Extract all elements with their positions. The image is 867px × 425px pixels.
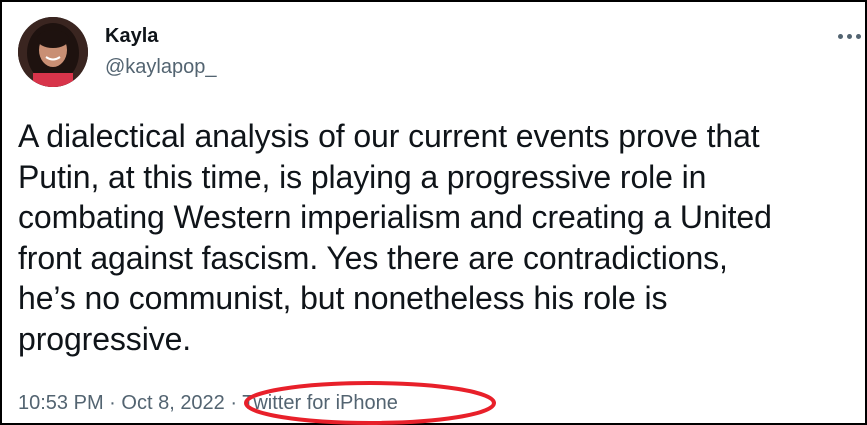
avatar[interactable] [18, 17, 88, 87]
meta-separator: · [230, 392, 238, 414]
tweet-text-line: combating Western imperialism and creati… [18, 199, 772, 235]
tweet-text-line: front against fascism. Yes there are con… [18, 239, 728, 276]
tweet-text-line: he’s no communist, but nonetheless his r… [18, 280, 668, 316]
tweet-text-line: progressive. [18, 320, 192, 357]
profile-photo-icon [18, 17, 88, 87]
handle[interactable]: @kaylapop_ [105, 55, 216, 79]
tweet-card: Kayla @kaylapop_ A dialectical analysis … [0, 0, 867, 425]
tweet-source[interactable]: Twitter for iPhone [242, 392, 398, 414]
tweet-text-line: A dialectical analysis of our current ev… [18, 118, 760, 154]
tweet-time[interactable]: 10:53 PM [18, 392, 104, 414]
tweet-meta: 10:53 PM · Oct 8, 2022 · Twitter for iPh… [18, 391, 398, 415]
tweet-text: A dialectical analysis of our current ev… [18, 116, 858, 359]
tweet-date[interactable]: Oct 8, 2022 [121, 392, 224, 414]
display-name[interactable]: Kayla [105, 24, 158, 48]
tweet-text-line: Putin, at this time, is playing a progre… [18, 158, 707, 195]
meta-separator: · [109, 392, 116, 414]
more-icon[interactable] [834, 26, 864, 46]
